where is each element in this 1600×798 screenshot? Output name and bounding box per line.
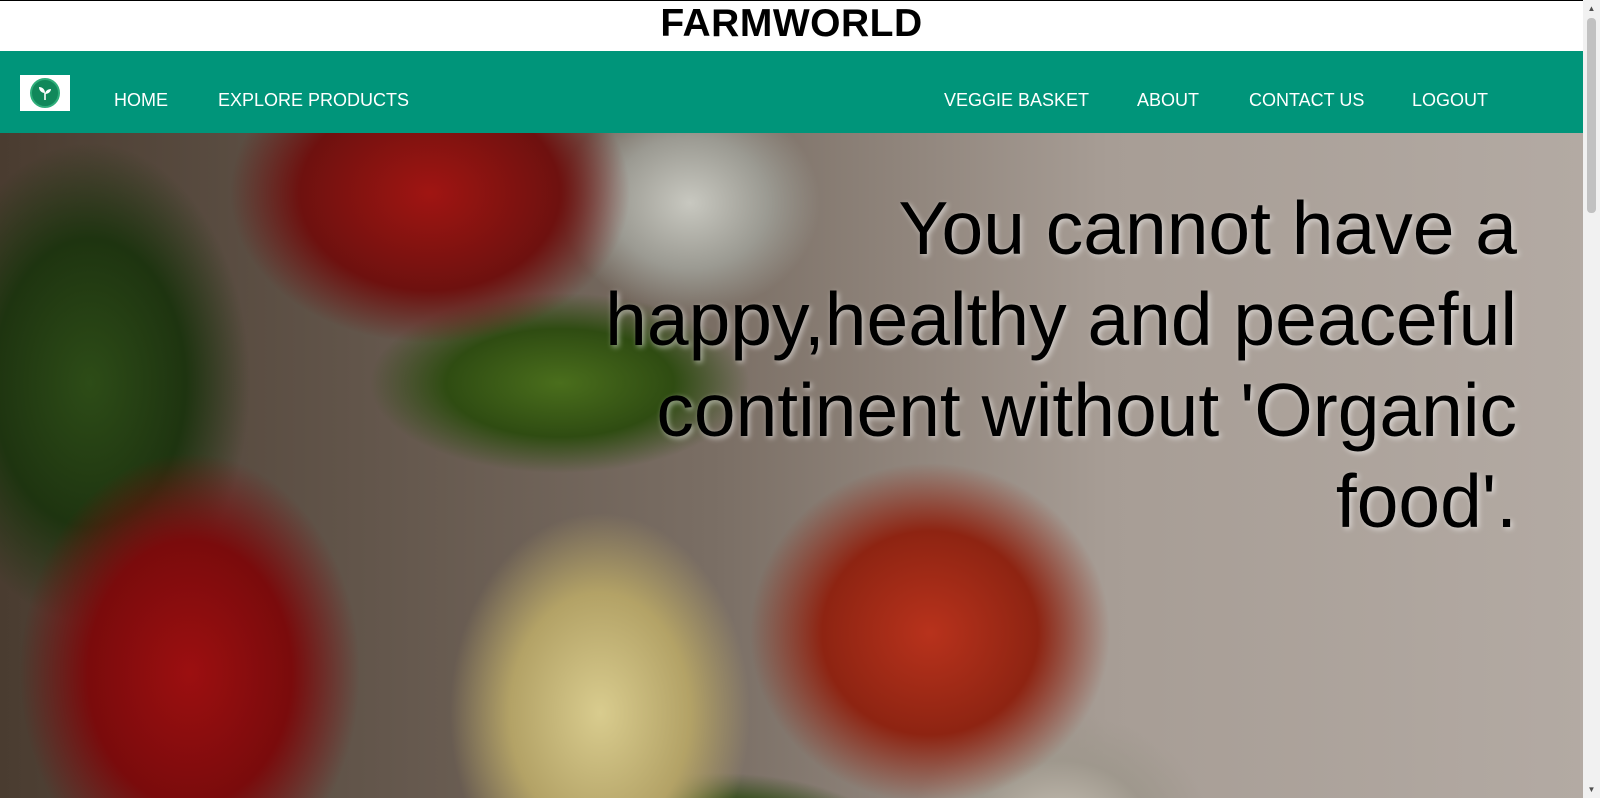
nav-link-contact-us[interactable]: CONTACT US [1249, 89, 1364, 111]
scrollbar-thumb[interactable] [1587, 18, 1596, 213]
nav-link-logout[interactable]: LOGOUT [1412, 89, 1488, 111]
scroll-down-icon[interactable]: ▼ [1583, 781, 1600, 798]
site-title: FARMWORLD [660, 2, 923, 45]
logo[interactable] [20, 75, 70, 111]
sprout-leaf-icon [30, 78, 60, 108]
nav-link-veggie-basket[interactable]: VEGGIE BASKET [944, 89, 1089, 111]
nav-link-explore-products[interactable]: EXPLORE PRODUCTS [218, 89, 409, 111]
nav-link-about[interactable]: ABOUT [1137, 89, 1199, 111]
hero-quote: You cannot have a happy,healthy and peac… [605, 186, 1517, 543]
scroll-up-icon[interactable]: ▲ [1583, 0, 1600, 17]
nav-link-home[interactable]: HOME [114, 89, 168, 111]
main-navbar: HOME EXPLORE PRODUCTS VEGGIE BASKET ABOU… [0, 51, 1583, 133]
vertical-scrollbar[interactable]: ▲ ▼ [1583, 0, 1600, 798]
hero-banner: You cannot have a happy,healthy and peac… [0, 133, 1583, 798]
title-bar: FARMWORLD [0, 0, 1583, 51]
